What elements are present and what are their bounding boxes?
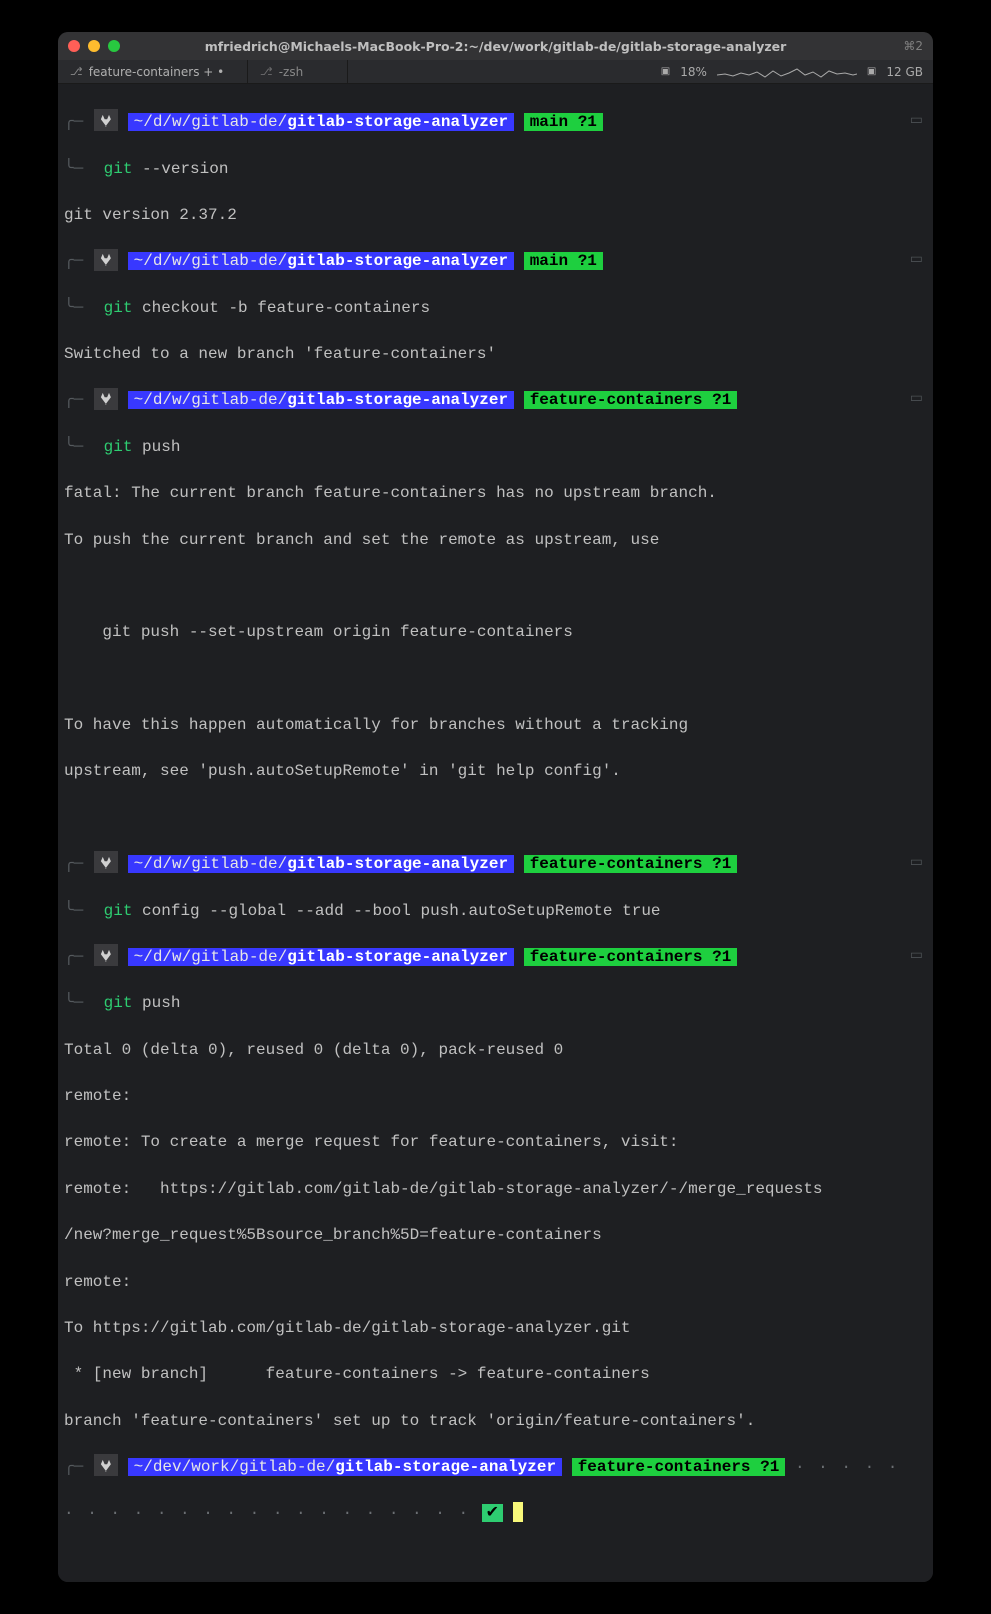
gitlab-icon (94, 1454, 118, 1476)
output-line: git version 2.37.2 (64, 204, 927, 227)
titlebar[interactable]: mfriedrich@Michaels-MacBook-Pro-2:~/dev/… (58, 32, 933, 60)
prompt-path: ~/d/w/gitlab-de/gitlab-storage-analyzer (128, 252, 514, 270)
cmd-text: git (104, 160, 133, 178)
branch-badge: main ?1 (524, 252, 603, 270)
prompt-path: ~/d/w/gitlab-de/gitlab-storage-analyzer (128, 948, 514, 966)
branch-badge: feature-containers ?1 (524, 391, 738, 409)
output-line: To push the current branch and set the r… (64, 529, 927, 552)
output-line: remote: To create a merge request for fe… (64, 1131, 927, 1154)
status-area: ▣ 18% ▣ 12 GB (651, 60, 933, 83)
memory-amount: 12 GB (886, 65, 923, 79)
battery-icon: ▣ (661, 66, 670, 77)
terminal-window: mfriedrich@Michaels-MacBook-Pro-2:~/dev/… (58, 32, 933, 1582)
branch-badge: main ?1 (524, 113, 603, 131)
output-line: /new?merge_request%5Bsource_branch%5D=fe… (64, 1224, 927, 1247)
prompt-path: ~/d/w/gitlab-de/gitlab-storage-analyzer (128, 855, 514, 873)
output-line: remote: (64, 1085, 927, 1108)
tab-label: -zsh (279, 65, 304, 79)
fill-dots: · · · · · (795, 1458, 899, 1476)
output-line: upstream, see 'push.autoSetupRemote' in … (64, 760, 927, 783)
cpu-sparkline (717, 65, 857, 79)
gitlab-icon (94, 388, 118, 410)
status-ok-icon: ✔ (482, 1504, 503, 1522)
output-line: branch 'feature-containers' set up to tr… (64, 1410, 927, 1433)
branch-badge: feature-containers ?1 (524, 855, 738, 873)
cmd-text: git (104, 438, 133, 456)
output-line: To https://gitlab.com/gitlab-de/gitlab-s… (64, 1317, 927, 1340)
branch-icon: ⎇ (70, 65, 83, 78)
tab-feature-containers[interactable]: ⎇ feature-containers + • (58, 60, 248, 83)
tab-zsh[interactable]: ⎇ -zsh (248, 60, 348, 83)
cmd-text: git (104, 902, 133, 920)
output-line: Switched to a new branch 'feature-contai… (64, 343, 927, 366)
output-line: To have this happen automatically for br… (64, 714, 927, 737)
wrap-icon: ▭ (910, 111, 923, 131)
prompt-path: ~/dev/work/gitlab-de/gitlab-storage-anal… (128, 1458, 562, 1476)
window-title: mfriedrich@Michaels-MacBook-Pro-2:~/dev/… (58, 39, 933, 54)
gitlab-icon (94, 109, 118, 131)
gitlab-icon (94, 944, 118, 966)
terminal-output[interactable]: ╭─ ~/d/w/gitlab-de/gitlab-storage-analyz… (58, 84, 933, 1582)
output-line: * [new branch] feature-containers -> fea… (64, 1363, 927, 1386)
gitlab-icon (94, 851, 118, 873)
gitlab-icon (94, 249, 118, 271)
cmd-text: git (104, 299, 133, 317)
output-line: remote: (64, 1271, 927, 1294)
output-line: Total 0 (delta 0), reused 0 (delta 0), p… (64, 1039, 927, 1062)
output-line: fatal: The current branch feature-contai… (64, 482, 927, 505)
memory-icon: ▣ (867, 66, 876, 77)
wrap-icon: ▭ (910, 250, 923, 270)
wrap-icon: ▭ (910, 853, 923, 873)
tab-bar: ⎇ feature-containers + • ⎇ -zsh ▣ 18% ▣ … (58, 60, 933, 84)
branch-badge: feature-containers ?1 (572, 1458, 786, 1476)
prompt-path: ~/d/w/gitlab-de/gitlab-storage-analyzer (128, 113, 514, 131)
output-line: git push --set-upstream origin feature-c… (64, 621, 927, 644)
wrap-icon: ▭ (910, 389, 923, 409)
wrap-icon: ▭ (910, 946, 923, 966)
prompt-path: ~/d/w/gitlab-de/gitlab-storage-analyzer (128, 391, 514, 409)
cmd-text: git (104, 994, 133, 1012)
fill-dots: · · · · · · · · · · · · · · · · · · (64, 1504, 482, 1522)
branch-icon: ⎇ (260, 65, 273, 78)
branch-badge: feature-containers ?1 (524, 948, 738, 966)
output-line: remote: https://gitlab.com/gitlab-de/git… (64, 1178, 927, 1201)
battery-percent: 18% (680, 65, 707, 79)
tab-label: feature-containers + • (89, 65, 225, 79)
cursor (513, 1502, 523, 1522)
